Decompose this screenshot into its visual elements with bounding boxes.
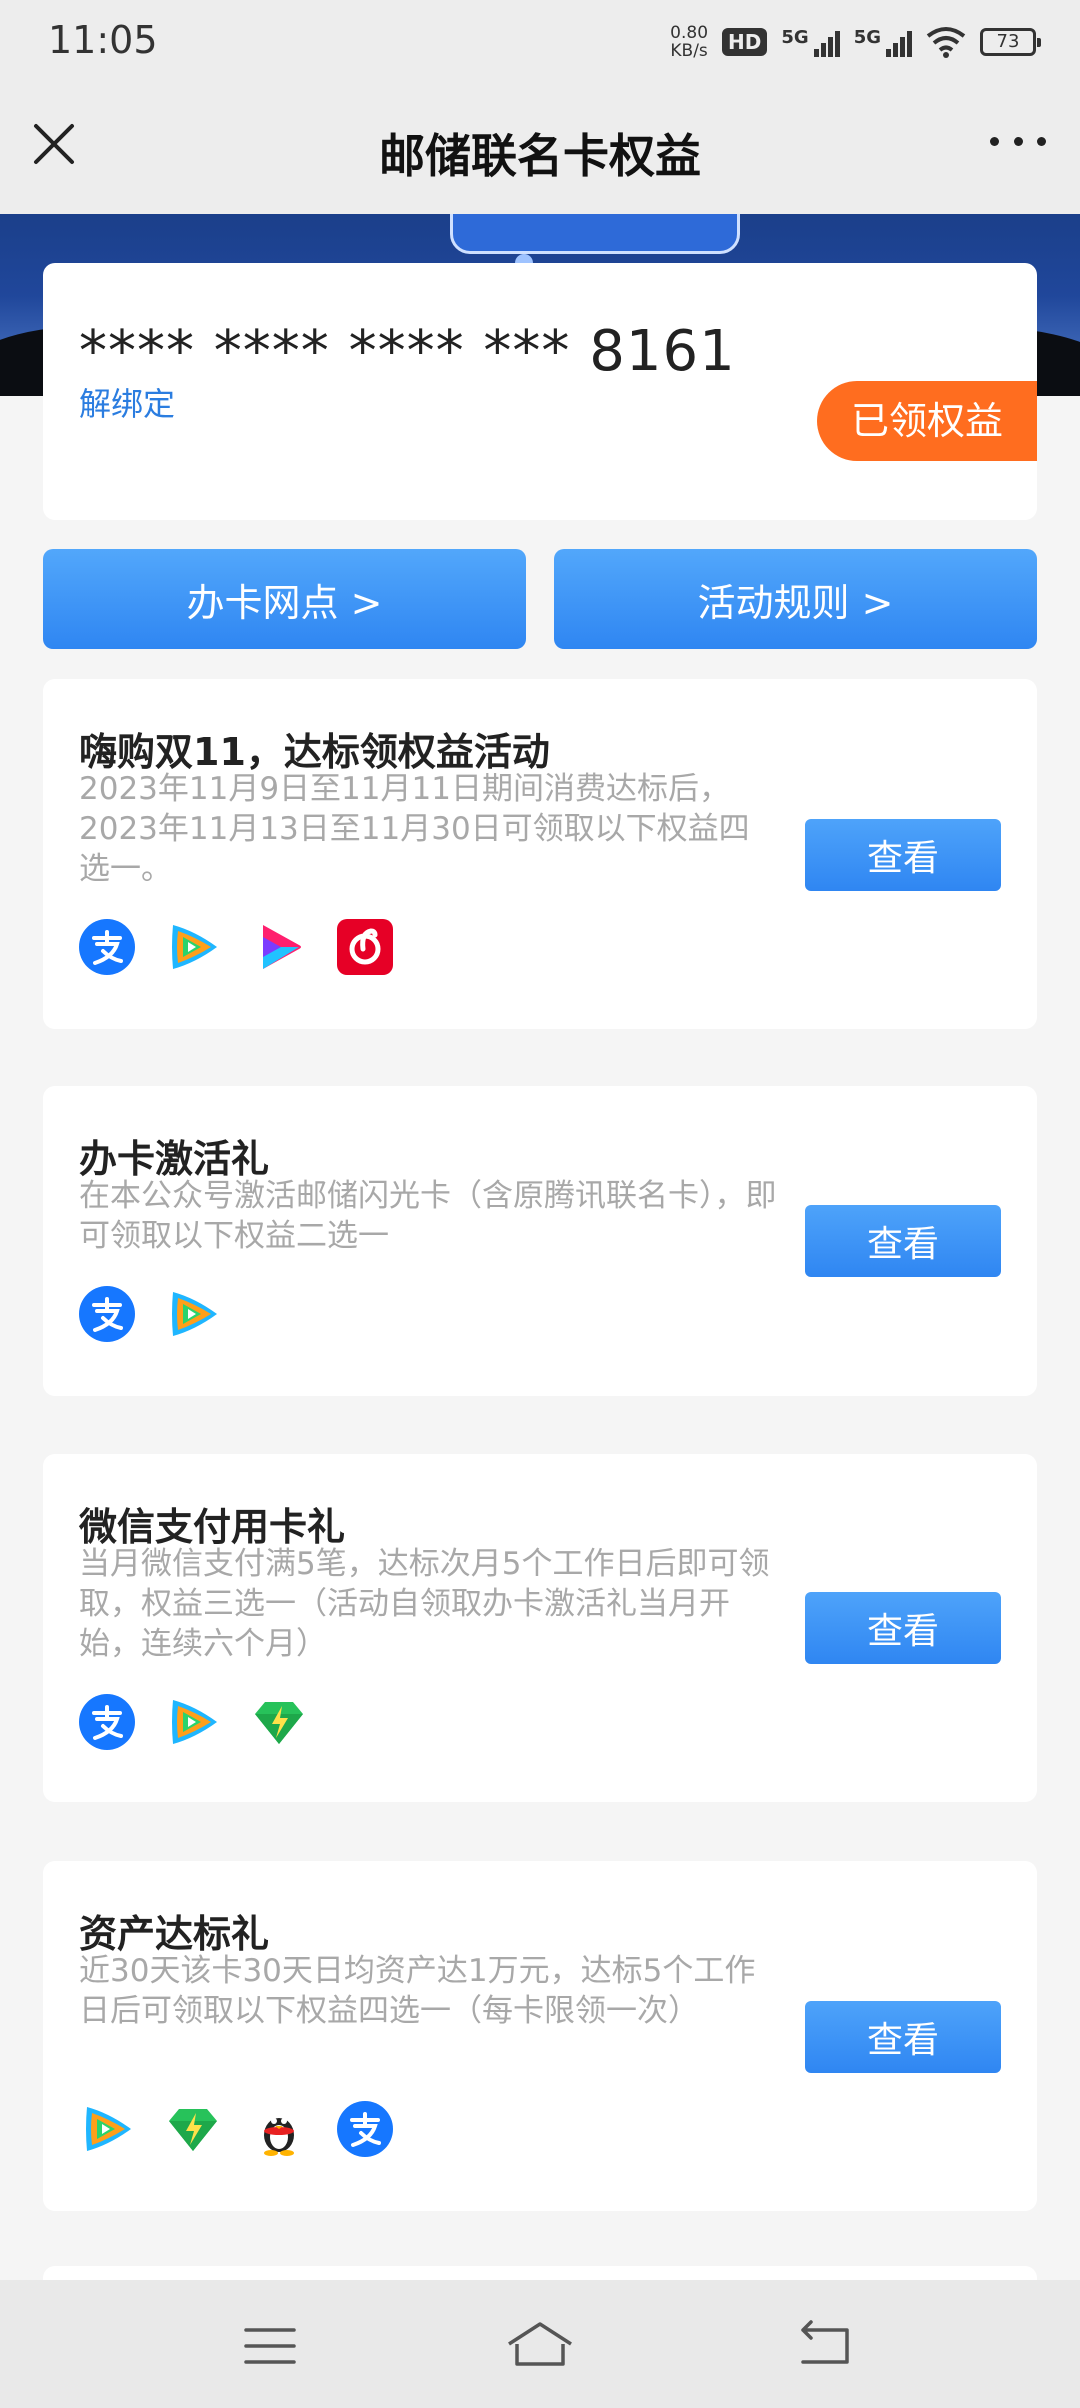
action-buttons: 办卡网点 > 活动规则 > [43, 549, 1037, 649]
status-icons: 0.80 KB/s HD 5G 5G 73 [670, 20, 1041, 64]
back-icon[interactable] [795, 2316, 855, 2376]
benefit-icons [79, 919, 393, 975]
alipay-icon [79, 1694, 135, 1750]
view-button[interactable]: 查看 [805, 2001, 1001, 2073]
view-button[interactable]: 查看 [805, 819, 1001, 891]
wifi-icon [926, 27, 966, 58]
title-bar: 邮储联名卡权益 [0, 86, 1080, 214]
benefit-icons [79, 1286, 221, 1342]
alipay-icon [337, 2101, 393, 2157]
youku-icon [251, 919, 307, 975]
offer-title: 资产达标礼 [79, 1912, 270, 1956]
alipay-icon [79, 919, 135, 975]
hd-icon: HD [722, 28, 768, 56]
offer-title: 办卡激活礼 [79, 1137, 270, 1181]
tencent-video-icon [165, 919, 221, 975]
branch-button[interactable]: 办卡网点 > [43, 549, 526, 649]
green-diamond-icon [165, 2101, 221, 2157]
claimed-benefits-button[interactable]: 已领权益 [817, 381, 1037, 461]
offer-card: 微信支付用卡礼 当月微信支付满5笔，达标次月5个工作日后即可领取，权益三选一（活… [43, 1454, 1037, 1802]
benefit-icons [79, 2101, 393, 2157]
offer-title: 嗨购双11，达标领权益活动 [79, 730, 550, 774]
offer-description: 2023年11月9日至11月11日期间消费达标后，2023年11月13日至11月… [79, 771, 750, 887]
card-info: **** **** **** *** 8161 解绑定 已领权益 [43, 263, 1037, 520]
page-title: 邮储联名卡权益 [379, 129, 701, 183]
view-button[interactable]: 查看 [805, 1592, 1001, 1664]
offer-description: 在本公众号激活邮储闪光卡（含原腾讯联名卡），即可领取以下权益二选一 [79, 1178, 777, 1254]
offer-description: 当月微信支付满5笔，达标次月5个工作日后即可领取，权益三选一（活动自领取办卡激活… [79, 1546, 770, 1662]
network-speed: 0.80 KB/s [670, 23, 709, 61]
view-button[interactable]: 查看 [805, 1205, 1001, 1277]
unbind-link[interactable]: 解绑定 [79, 379, 175, 425]
more-icon[interactable] [990, 126, 1046, 156]
status-time: 11:05 [48, 18, 158, 62]
green-diamond-icon [251, 1694, 307, 1750]
status-bar: 11:05 0.80 KB/s HD 5G 5G 73 [0, 0, 1080, 86]
rules-button[interactable]: 活动规则 > [554, 549, 1037, 649]
offer-description: 近30天该卡30天日均资产达1万元，达标5个工作日后可领取以下权益四选一（每卡限… [79, 1953, 756, 2029]
offer-card: 嗨购双11，达标领权益活动 2023年11月9日至11月11日期间消费达标后，2… [43, 679, 1037, 1029]
offer-card: 办卡激活礼 在本公众号激活邮储闪光卡（含原腾讯联名卡），即可领取以下权益二选一 … [43, 1086, 1037, 1396]
benefit-icons [79, 1694, 307, 1750]
alipay-icon [79, 1286, 135, 1342]
menu-icon[interactable] [240, 2316, 300, 2376]
offer-title: 微信支付用卡礼 [79, 1505, 346, 1549]
battery-icon: 73 [980, 28, 1041, 56]
banner-card-graphic [450, 214, 740, 254]
card-number: **** **** **** *** 8161 [79, 319, 736, 384]
tencent-video-icon [165, 1694, 221, 1750]
tencent-video-icon [165, 1286, 221, 1342]
system-nav-bar [0, 2280, 1080, 2408]
signal-icon: 5G [781, 27, 840, 57]
home-icon[interactable] [505, 2316, 575, 2376]
signal-icon: 5G [854, 27, 912, 57]
offer-card: 资产达标礼 近30天该卡30天日均资产达1万元，达标5个工作日后可领取以下权益四… [43, 1861, 1037, 2211]
netease-music-icon [337, 919, 393, 975]
qq-penguin-icon [251, 2101, 307, 2157]
tencent-video-icon [79, 2101, 135, 2157]
